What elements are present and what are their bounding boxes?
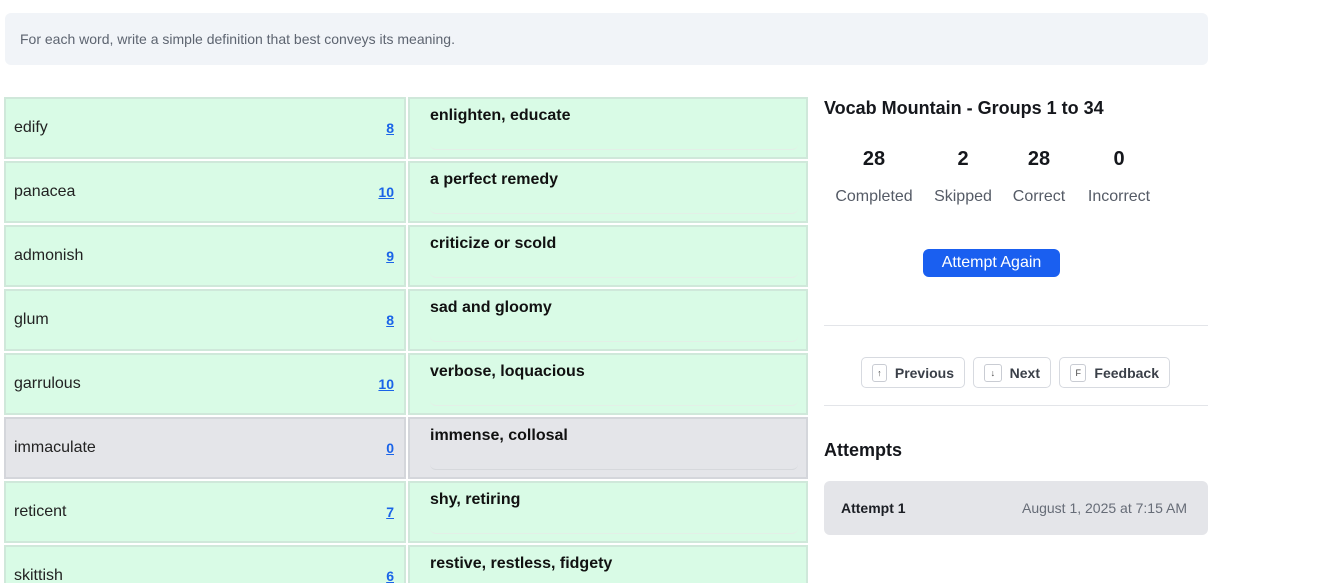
vocab-table: edify 8 enlighten, educate panacea 10 a … bbox=[4, 97, 808, 583]
divider bbox=[824, 405, 1208, 406]
table-row: glum 8 sad and gloomy bbox=[4, 289, 808, 353]
definition-cell: restive, restless, fidgety bbox=[408, 545, 808, 583]
count-link[interactable]: 8 bbox=[386, 312, 394, 328]
arrow-down-key-icon: ↓ bbox=[984, 363, 1002, 382]
word-cell: panacea 10 bbox=[4, 161, 406, 223]
word-text: glum bbox=[14, 311, 49, 328]
attempt-date: August 1, 2025 at 7:15 AM bbox=[1021, 500, 1187, 516]
feedback-button[interactable]: F Feedback bbox=[1059, 357, 1170, 388]
attempt-name: Attempt 1 bbox=[841, 500, 906, 516]
arrow-up-key-icon: ↑ bbox=[872, 363, 887, 382]
stat-value: 28 bbox=[1027, 148, 1051, 170]
count-link[interactable]: 9 bbox=[386, 248, 394, 264]
word-text: immaculate bbox=[14, 439, 96, 456]
word-cell: garrulous 10 bbox=[4, 353, 406, 415]
definition-cell: criticize or scold bbox=[408, 225, 808, 287]
definition-field[interactable]: restive, restless, fidgety bbox=[430, 555, 798, 583]
definition-field[interactable]: immense, collosal bbox=[430, 427, 798, 470]
instructions-text: For each word, write a simple definition… bbox=[20, 31, 455, 47]
stat-value: 2 bbox=[957, 148, 969, 170]
count-link[interactable]: 10 bbox=[378, 376, 394, 392]
count-link[interactable]: 7 bbox=[386, 504, 394, 520]
count-link[interactable]: 10 bbox=[378, 184, 394, 200]
table-row: garrulous 10 verbose, loquacious bbox=[4, 353, 808, 417]
attempt-again-button[interactable]: Attempt Again bbox=[923, 249, 1060, 277]
definition-field[interactable]: verbose, loquacious bbox=[430, 363, 798, 406]
word-text: skittish bbox=[14, 567, 63, 583]
definition-cell: sad and gloomy bbox=[408, 289, 808, 351]
stat-label: Skipped bbox=[934, 188, 992, 205]
attempt-row[interactable]: Attempt 1 August 1, 2025 at 7:15 AM bbox=[824, 481, 1208, 535]
definition-field[interactable]: enlighten, educate bbox=[430, 107, 798, 150]
definition-field[interactable]: criticize or scold bbox=[430, 235, 798, 278]
divider bbox=[824, 325, 1208, 326]
stats-summary: 28 Completed 2 Skipped 28 Correct 0 Inco… bbox=[824, 148, 1162, 206]
word-cell: glum 8 bbox=[4, 289, 406, 351]
f-key-icon: F bbox=[1070, 363, 1087, 382]
previous-button[interactable]: ↑ Previous bbox=[861, 357, 965, 388]
word-cell: admonish 9 bbox=[4, 225, 406, 287]
count-link[interactable]: 0 bbox=[386, 440, 394, 456]
word-cell: reticent 7 bbox=[4, 481, 406, 543]
panel-title: Vocab Mountain - Groups 1 to 34 bbox=[824, 98, 1104, 118]
stat-label: Incorrect bbox=[1087, 188, 1151, 205]
definition-cell: verbose, loquacious bbox=[408, 353, 808, 415]
table-row: immaculate 0 immense, collosal bbox=[4, 417, 808, 481]
definition-cell: shy, retiring bbox=[408, 481, 808, 543]
next-button[interactable]: ↓ Next bbox=[973, 357, 1051, 388]
count-link[interactable]: 8 bbox=[386, 120, 394, 136]
word-text: reticent bbox=[14, 503, 67, 520]
table-row: edify 8 enlighten, educate bbox=[4, 97, 808, 161]
definition-field[interactable]: a perfect remedy bbox=[430, 171, 798, 214]
word-text: edify bbox=[14, 119, 48, 136]
count-link[interactable]: 6 bbox=[386, 568, 394, 583]
stat-value: 0 bbox=[1113, 148, 1125, 170]
definition-cell: immense, collosal bbox=[408, 417, 808, 479]
word-text: garrulous bbox=[14, 375, 81, 392]
word-cell: skittish 6 bbox=[4, 545, 406, 583]
attempts-heading: Attempts bbox=[824, 440, 903, 460]
stat-label: Correct bbox=[1012, 188, 1066, 205]
definition-field[interactable]: sad and gloomy bbox=[430, 299, 798, 342]
word-text: admonish bbox=[14, 247, 84, 264]
table-row: reticent 7 shy, retiring bbox=[4, 481, 808, 545]
word-cell: edify 8 bbox=[4, 97, 406, 159]
definition-cell: enlighten, educate bbox=[408, 97, 808, 159]
word-cell: immaculate 0 bbox=[4, 417, 406, 479]
table-row: skittish 6 restive, restless, fidgety bbox=[4, 545, 808, 583]
stat-completed: 28 Completed bbox=[824, 148, 924, 206]
table-row: admonish 9 criticize or scold bbox=[4, 225, 808, 289]
stat-correct: 28 Correct bbox=[1002, 148, 1076, 206]
definition-field[interactable]: shy, retiring bbox=[430, 491, 798, 534]
feedback-label: Feedback bbox=[1094, 364, 1159, 381]
stat-skipped: 2 Skipped bbox=[924, 148, 1002, 206]
word-text: panacea bbox=[14, 183, 76, 200]
stat-value: 28 bbox=[862, 148, 886, 170]
previous-label: Previous bbox=[894, 364, 954, 381]
stat-incorrect: 0 Incorrect bbox=[1076, 148, 1162, 206]
definition-cell: a perfect remedy bbox=[408, 161, 808, 223]
next-label: Next bbox=[1009, 364, 1040, 381]
instructions-banner: For each word, write a simple definition… bbox=[5, 13, 1208, 65]
stat-label: Completed bbox=[835, 188, 913, 205]
table-row: panacea 10 a perfect remedy bbox=[4, 161, 808, 225]
